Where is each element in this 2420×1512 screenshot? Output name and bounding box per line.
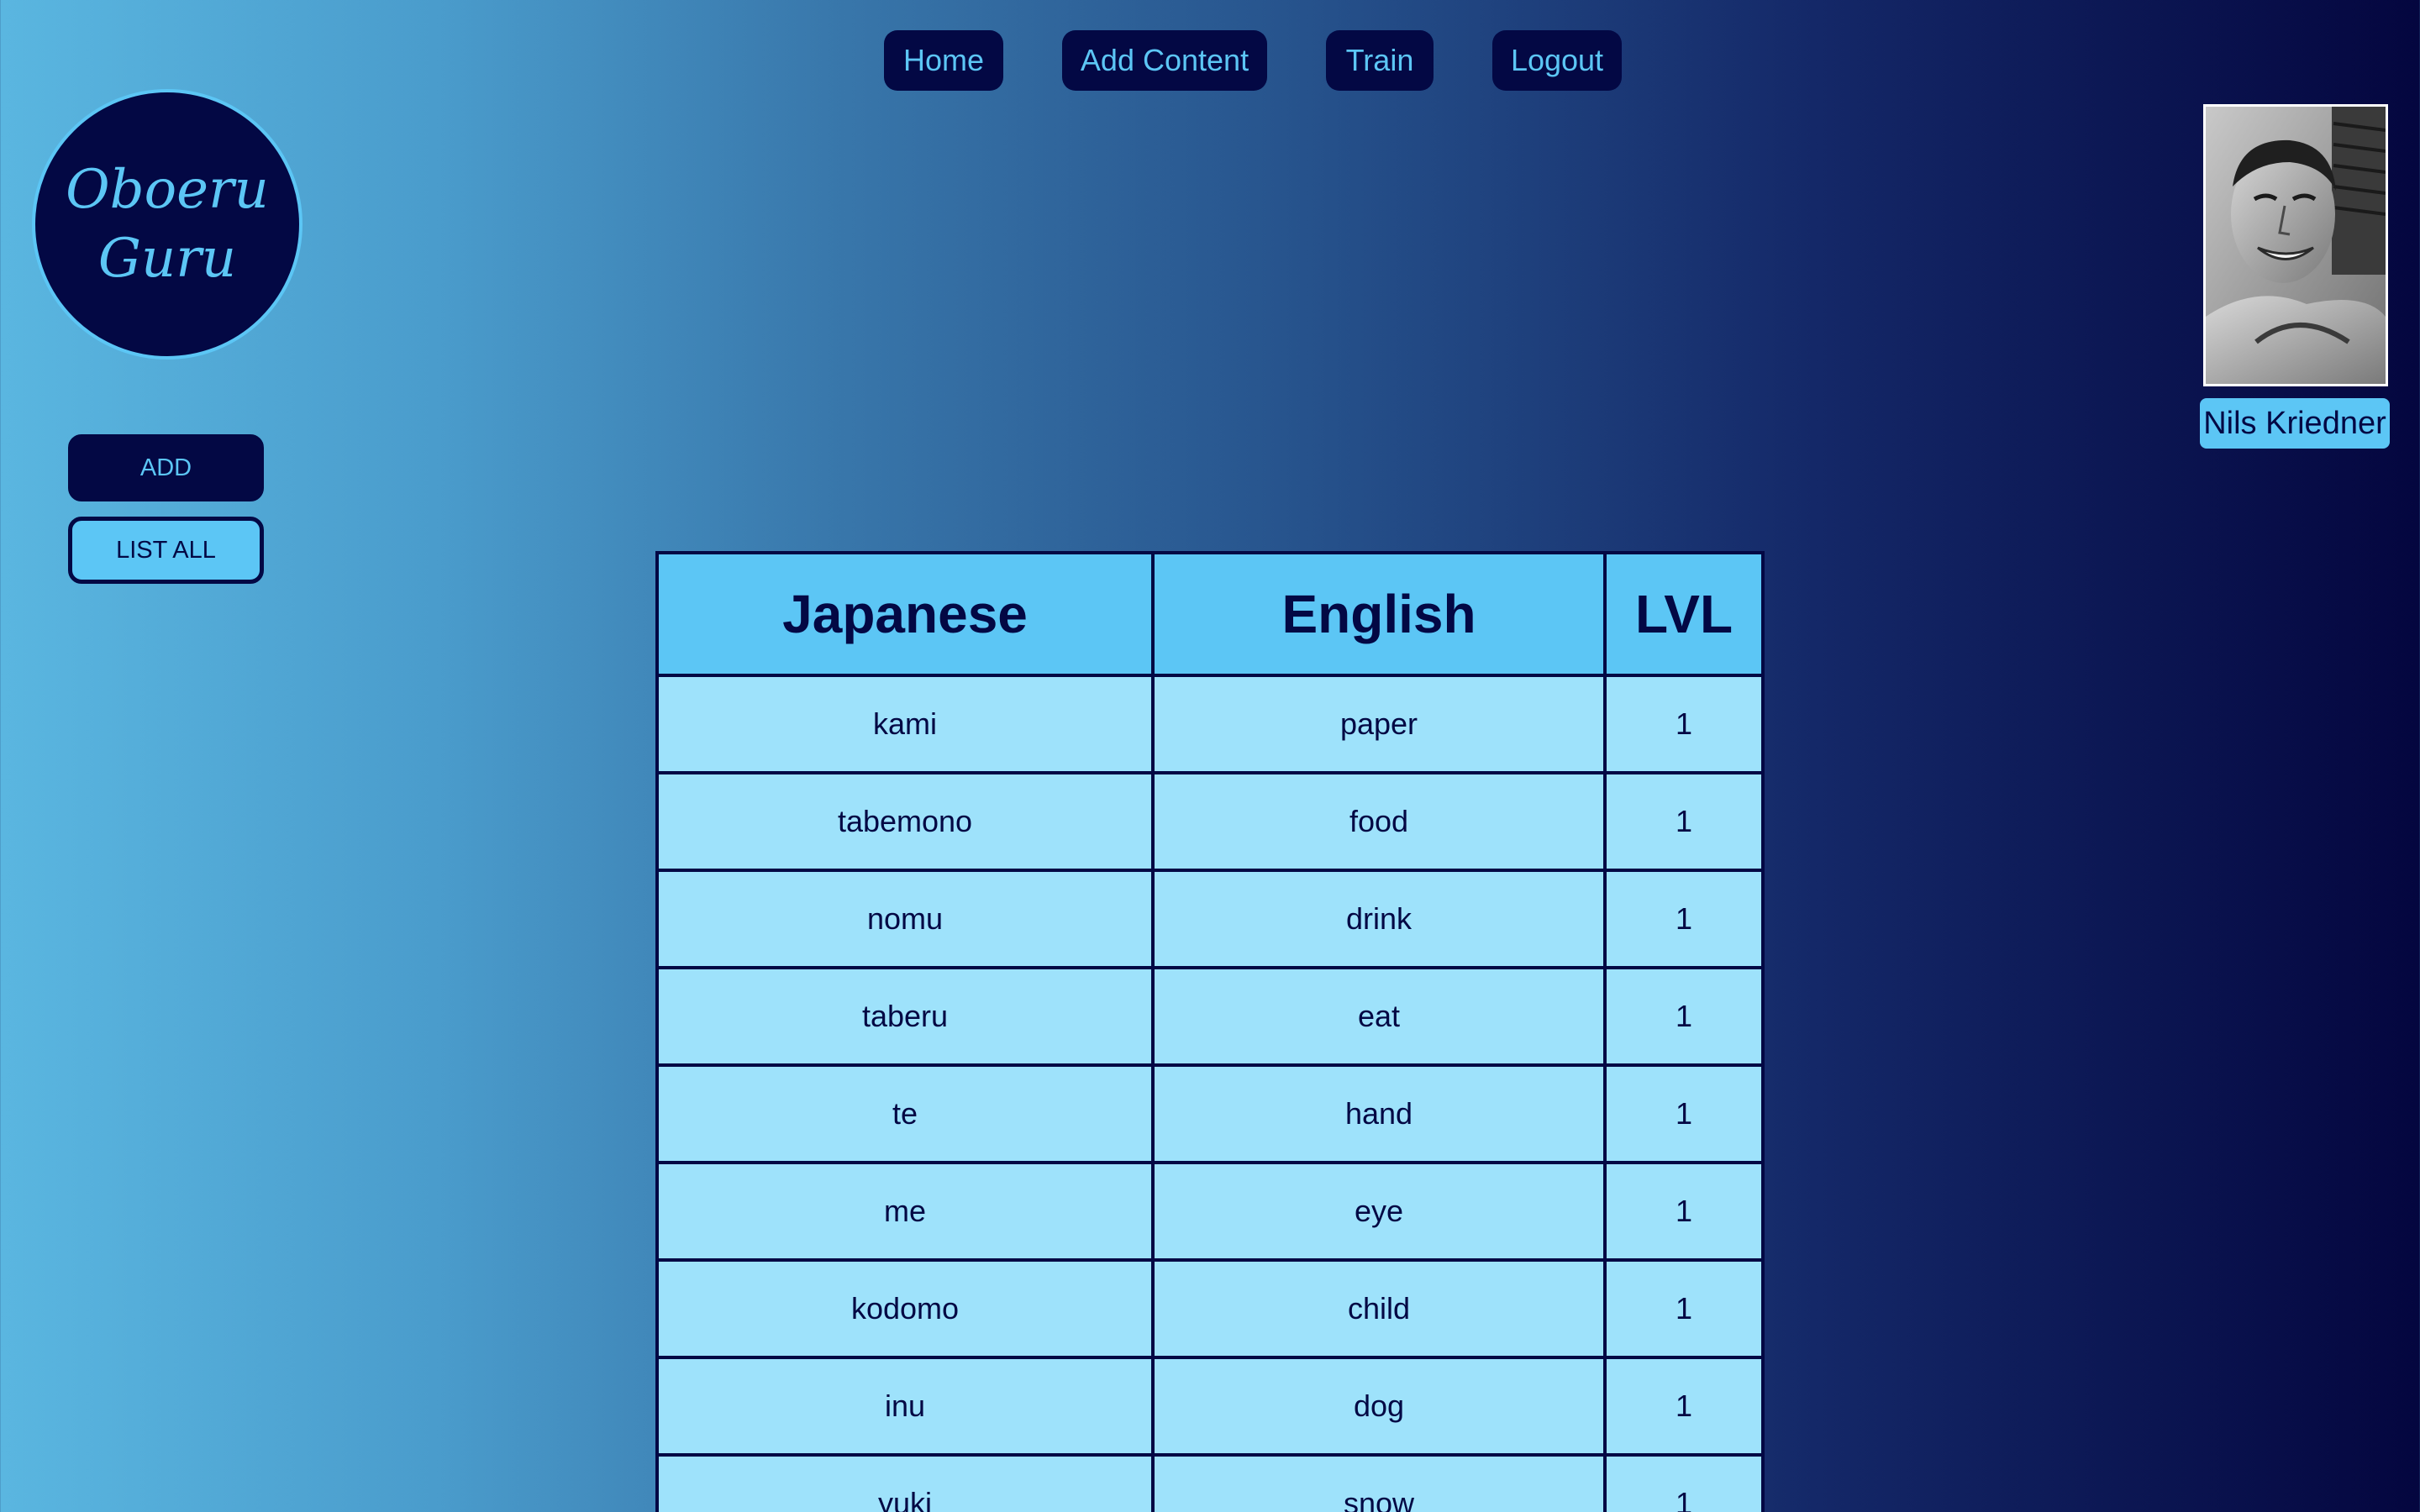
nav-logout-button[interactable]: Logout — [1492, 30, 1622, 91]
cell-english: paper — [1151, 674, 1607, 774]
cell-english: food — [1151, 771, 1607, 872]
cell-english: dog — [1151, 1356, 1607, 1457]
cell-japanese: kami — [655, 674, 1155, 774]
cell-japanese: yuki — [655, 1453, 1155, 1512]
column-header-japanese: Japanese — [655, 551, 1155, 677]
cell-level: 1 — [1603, 771, 1765, 872]
cell-level: 1 — [1603, 1453, 1765, 1512]
table-row: nomu drink 1 — [655, 869, 1765, 969]
column-header-english: English — [1151, 551, 1607, 677]
table-header-row: Japanese English LVL — [655, 551, 1765, 677]
cell-english: eye — [1151, 1161, 1607, 1262]
cell-japanese: nomu — [655, 869, 1155, 969]
table-row: me eye 1 — [655, 1161, 1765, 1262]
cell-english: child — [1151, 1258, 1607, 1359]
table-row: tabemono food 1 — [655, 771, 1765, 872]
table-row: kodomo child 1 — [655, 1258, 1765, 1359]
logo-text-line2: Guru — [97, 228, 237, 290]
profile-photo-image — [2206, 107, 2386, 384]
vocabulary-table: Japanese English LVL kami paper 1 tabemo… — [655, 551, 1765, 1512]
cell-level: 1 — [1603, 869, 1765, 969]
nav-home-button[interactable]: Home — [884, 30, 1003, 91]
table-row: kami paper 1 — [655, 674, 1765, 774]
add-button[interactable]: ADD — [68, 434, 264, 501]
profile-avatar[interactable] — [2203, 104, 2388, 386]
cell-japanese: taberu — [655, 966, 1155, 1067]
nav-train-button[interactable]: Train — [1326, 30, 1434, 91]
cell-japanese: inu — [655, 1356, 1155, 1457]
cell-japanese: tabemono — [655, 771, 1155, 872]
app-logo[interactable]: Oboeru Guru — [32, 89, 302, 360]
cell-english: eat — [1151, 966, 1607, 1067]
top-navigation: Home Add Content Train Logout — [0, 30, 2420, 91]
logo-text-line1: Oboeru — [66, 159, 269, 221]
nav-add-content-button[interactable]: Add Content — [1062, 30, 1267, 91]
cell-level: 1 — [1603, 1063, 1765, 1164]
table-row: taberu eat 1 — [655, 966, 1765, 1067]
table-row: inu dog 1 — [655, 1356, 1765, 1457]
cell-level: 1 — [1603, 966, 1765, 1067]
cell-english: drink — [1151, 869, 1607, 969]
table-row: yuki snow 1 — [655, 1453, 1765, 1512]
cell-english: snow — [1151, 1453, 1607, 1512]
column-header-lvl: LVL — [1603, 551, 1765, 677]
cell-japanese: kodomo — [655, 1258, 1155, 1359]
profile-name[interactable]: Nils Kriedner — [2200, 398, 2390, 449]
cell-level: 1 — [1603, 674, 1765, 774]
cell-level: 1 — [1603, 1161, 1765, 1262]
table-row: te hand 1 — [655, 1063, 1765, 1164]
cell-level: 1 — [1603, 1258, 1765, 1359]
list-all-button[interactable]: LIST ALL — [68, 517, 264, 584]
cell-japanese: me — [655, 1161, 1155, 1262]
cell-english: hand — [1151, 1063, 1607, 1164]
cell-japanese: te — [655, 1063, 1155, 1164]
cell-level: 1 — [1603, 1356, 1765, 1457]
